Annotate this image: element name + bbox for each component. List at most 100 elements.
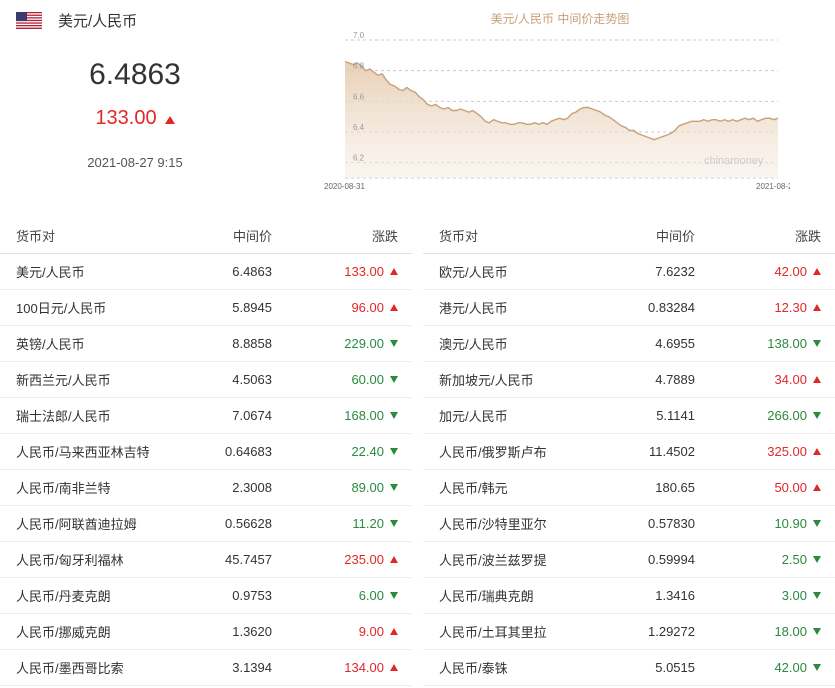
mid-rate-cell: 0.57830 xyxy=(648,516,695,531)
table-row[interactable]: 人民币/挪威克朗 1.3620 9.00 xyxy=(0,614,412,650)
pair-cell[interactable]: 美元/人民币 xyxy=(0,262,170,281)
table-row[interactable]: 新加坡元/人民币 4.7889 34.00 xyxy=(423,362,835,398)
pair-cell[interactable]: 瑞士法郎/人民币 xyxy=(0,406,170,425)
pair-cell[interactable]: 人民币/韩元 xyxy=(423,478,593,497)
table-row[interactable]: 美元/人民币 6.4863 133.00 xyxy=(0,254,412,290)
table-row[interactable]: 人民币/泰铢 5.0515 42.00 xyxy=(423,650,835,686)
table-row[interactable]: 港元/人民币 0.83284 12.30 xyxy=(423,290,835,326)
change-cell: 18.00 xyxy=(703,624,835,639)
change-value: 60.00 xyxy=(351,372,384,387)
change-cell: 138.00 xyxy=(703,336,835,351)
mid-rate-cell: 6.4863 xyxy=(232,264,272,279)
table-row[interactable]: 人民币/阿联酋迪拉姆 0.56628 11.20 xyxy=(0,506,412,542)
mid-rate-cell: 4.7889 xyxy=(655,372,695,387)
change-value: 42.00 xyxy=(774,264,807,279)
change-cell: 2.50 xyxy=(703,552,835,567)
table-row[interactable]: 英镑/人民币 8.8858 229.00 xyxy=(0,326,412,362)
pair-cell[interactable]: 人民币/墨西哥比索 xyxy=(0,658,170,677)
mid-rate-cell: 5.8945 xyxy=(232,300,272,315)
table-row[interactable]: 人民币/土耳其里拉 1.29272 18.00 xyxy=(423,614,835,650)
down-arrow-icon xyxy=(390,448,398,455)
change-value: 6.00 xyxy=(358,588,384,603)
pair-cell[interactable]: 人民币/波兰兹罗提 xyxy=(423,550,593,569)
current-rate: 6.4863 xyxy=(89,58,181,91)
pair-cell[interactable]: 人民币/瑞典克朗 xyxy=(423,586,593,605)
table-row[interactable]: 人民币/南非兰特 2.3008 89.00 xyxy=(0,470,412,506)
table-row[interactable]: 人民币/瑞典克朗 1.3416 3.00 xyxy=(423,578,835,614)
pair-cell[interactable]: 人民币/丹麦克朗 xyxy=(0,586,170,605)
change-cell: 42.00 xyxy=(703,660,835,675)
pair-cell[interactable]: 加元/人民币 xyxy=(423,406,593,425)
down-arrow-icon xyxy=(813,664,821,671)
mid-rate-cell: 5.1141 xyxy=(656,408,695,423)
x-start-label: 2020-08-31 xyxy=(324,182,365,191)
change-value: 11.20 xyxy=(352,516,384,531)
change-cell: 11.20 xyxy=(280,516,412,531)
change-cell: 42.00 xyxy=(703,264,835,279)
table-row[interactable]: 加元/人民币 5.1141 266.00 xyxy=(423,398,835,434)
change-value: 34.00 xyxy=(774,372,807,387)
pair-cell[interactable]: 人民币/阿联酋迪拉姆 xyxy=(0,514,170,533)
mid-rate-cell: 4.5063 xyxy=(232,372,272,387)
change-value: 89.00 xyxy=(351,480,384,495)
header-change: 涨跌 xyxy=(794,229,821,244)
pair-cell[interactable]: 人民币/土耳其里拉 xyxy=(423,622,593,641)
up-arrow-icon xyxy=(390,556,398,563)
table-row[interactable]: 人民币/俄罗斯卢布 11.4502 325.00 xyxy=(423,434,835,470)
pair-cell[interactable]: 新西兰元/人民币 xyxy=(0,370,170,389)
table-row[interactable]: 人民币/丹麦克朗 0.9753 6.00 xyxy=(0,578,412,614)
chart-watermark: chinamoney xyxy=(704,155,764,167)
table-header-row: 货币对 中间价 涨跌 xyxy=(423,218,835,254)
up-arrow-icon xyxy=(813,268,821,275)
pair-cell[interactable]: 人民币/泰铢 xyxy=(423,658,593,677)
table-row[interactable]: 人民币/马来西亚林吉特 0.64683 22.40 xyxy=(0,434,412,470)
header-pair: 货币对 xyxy=(16,229,56,244)
change-value: 3.00 xyxy=(781,588,807,603)
mid-rate-cell: 180.65 xyxy=(655,480,695,495)
change-cell: 134.00 xyxy=(280,660,412,675)
rate-change-value: 133.00 xyxy=(95,107,157,129)
down-arrow-icon xyxy=(390,412,398,419)
summary-panel: 美元/人民币 6.4863 133.00 2021-08-27 9:15 美元/… xyxy=(0,0,835,210)
us-flag-icon xyxy=(16,12,42,29)
down-arrow-icon xyxy=(390,592,398,599)
table-row[interactable]: 欧元/人民币 7.6232 42.00 xyxy=(423,254,835,290)
mid-rate-cell: 0.59994 xyxy=(648,552,695,567)
down-arrow-icon xyxy=(390,520,398,527)
table-row[interactable]: 人民币/韩元 180.65 50.00 xyxy=(423,470,835,506)
pair-cell[interactable]: 澳元/人民币 xyxy=(423,334,593,353)
pair-cell[interactable]: 欧元/人民币 xyxy=(423,262,593,281)
pair-name: 美元/人民币 xyxy=(58,13,138,30)
pair-cell[interactable]: 人民币/南非兰特 xyxy=(0,478,170,497)
change-value: 134.00 xyxy=(344,660,384,675)
mid-rate-cell: 11.4502 xyxy=(648,444,695,459)
change-cell: 235.00 xyxy=(280,552,412,567)
y-tick-label: 7.0 xyxy=(353,31,365,40)
table-row[interactable]: 澳元/人民币 4.6955 138.00 xyxy=(423,326,835,362)
mid-rate-cell: 3.1394 xyxy=(232,660,272,675)
up-arrow-icon xyxy=(164,107,175,130)
pair-cell[interactable]: 英镑/人民币 xyxy=(0,334,170,353)
y-tick-label: 6.2 xyxy=(353,154,365,163)
table-row[interactable]: 人民币/匈牙利福林 45.7457 235.00 xyxy=(0,542,412,578)
pair-cell[interactable]: 人民币/沙特里亚尔 xyxy=(423,514,593,533)
pair-cell[interactable]: 人民币/俄罗斯卢布 xyxy=(423,442,593,461)
pair-cell[interactable]: 人民币/马来西亚林吉特 xyxy=(0,442,170,461)
pair-cell[interactable]: 100日元/人民币 xyxy=(0,298,170,317)
down-arrow-icon xyxy=(813,628,821,635)
table-row[interactable]: 人民币/墨西哥比索 3.1394 134.00 xyxy=(0,650,412,686)
up-arrow-icon xyxy=(813,376,821,383)
pair-cell[interactable]: 人民币/匈牙利福林 xyxy=(0,550,170,569)
table-row[interactable]: 瑞士法郎/人民币 7.0674 168.00 xyxy=(0,398,412,434)
pair-cell[interactable]: 新加坡元/人民币 xyxy=(423,370,593,389)
pair-cell[interactable]: 港元/人民币 xyxy=(423,298,593,317)
table-row[interactable]: 人民币/沙特里亚尔 0.57830 10.90 xyxy=(423,506,835,542)
pair-cell[interactable]: 人民币/挪威克朗 xyxy=(0,622,170,641)
table-row[interactable]: 100日元/人民币 5.8945 96.00 xyxy=(0,290,412,326)
y-tick-label: 6.4 xyxy=(353,123,365,132)
change-value: 266.00 xyxy=(767,408,807,423)
table-header-row: 货币对 中间价 涨跌 xyxy=(0,218,412,254)
table-row[interactable]: 人民币/波兰兹罗提 0.59994 2.50 xyxy=(423,542,835,578)
pair-header: 美元/人民币 xyxy=(16,10,137,31)
table-row[interactable]: 新西兰元/人民币 4.5063 60.00 xyxy=(0,362,412,398)
